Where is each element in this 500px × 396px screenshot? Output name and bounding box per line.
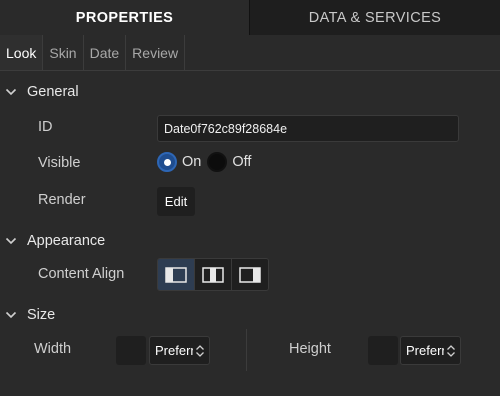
sub-tab-date[interactable]: Date xyxy=(84,35,127,70)
align-right-icon xyxy=(239,266,261,283)
visible-label: Visible xyxy=(38,155,81,171)
height-unit-value: Preferred xyxy=(406,343,444,358)
chevron-down-icon xyxy=(5,88,17,96)
sub-tabs: Look Skin Date Review xyxy=(0,35,500,71)
width-unit-select[interactable]: Preferred xyxy=(149,336,210,365)
align-left-button[interactable] xyxy=(158,259,195,290)
height-unit-select[interactable]: Preferred xyxy=(400,336,461,365)
section-title-appearance: Appearance xyxy=(27,233,106,249)
content-align-label: Content Align xyxy=(38,266,125,282)
id-input[interactable]: Date0f762c89f28684e xyxy=(157,115,459,142)
sub-tab-review[interactable]: Review xyxy=(126,35,186,70)
visible-on-label[interactable]: On xyxy=(182,154,201,170)
radio-dot-icon xyxy=(163,158,171,166)
up-down-chevron-icon xyxy=(447,344,455,357)
section-appearance-header[interactable]: Appearance xyxy=(0,230,105,252)
tab-properties[interactable]: PROPERTIES xyxy=(0,0,249,35)
section-general-header[interactable]: General xyxy=(0,81,79,103)
visible-off-radio[interactable] xyxy=(207,152,228,172)
height-value-input[interactable] xyxy=(368,336,398,365)
width-unit-value: Preferred xyxy=(155,343,193,358)
size-divider xyxy=(246,329,247,371)
tab-data-services[interactable]: DATA & SERVICES xyxy=(249,0,500,35)
sub-tab-look[interactable]: Look xyxy=(0,35,44,70)
render-label: Render xyxy=(38,192,86,208)
up-down-chevron-icon xyxy=(196,344,204,357)
visible-on-radio[interactable] xyxy=(157,152,177,172)
section-size-header[interactable]: Size xyxy=(0,304,55,326)
section-title-general: General xyxy=(27,84,79,100)
width-label: Width xyxy=(34,341,72,357)
chevron-down-icon xyxy=(5,311,17,319)
id-label: ID xyxy=(38,119,53,135)
section-title-size: Size xyxy=(27,307,56,323)
visible-off-label[interactable]: Off xyxy=(232,154,251,170)
chevron-down-icon xyxy=(5,237,17,245)
width-value-input[interactable] xyxy=(116,336,146,365)
panel-tabs: PROPERTIES DATA & SERVICES xyxy=(0,0,500,35)
height-label: Height xyxy=(289,341,331,357)
align-left-icon xyxy=(165,266,187,283)
align-center-button[interactable] xyxy=(195,259,232,290)
align-center-icon xyxy=(202,266,224,283)
visible-radio-group: On Off xyxy=(157,152,257,172)
render-edit-button[interactable]: Edit xyxy=(157,187,195,216)
sub-tab-skin[interactable]: Skin xyxy=(43,35,84,70)
content-align-group xyxy=(157,258,269,291)
align-right-button[interactable] xyxy=(232,259,268,290)
